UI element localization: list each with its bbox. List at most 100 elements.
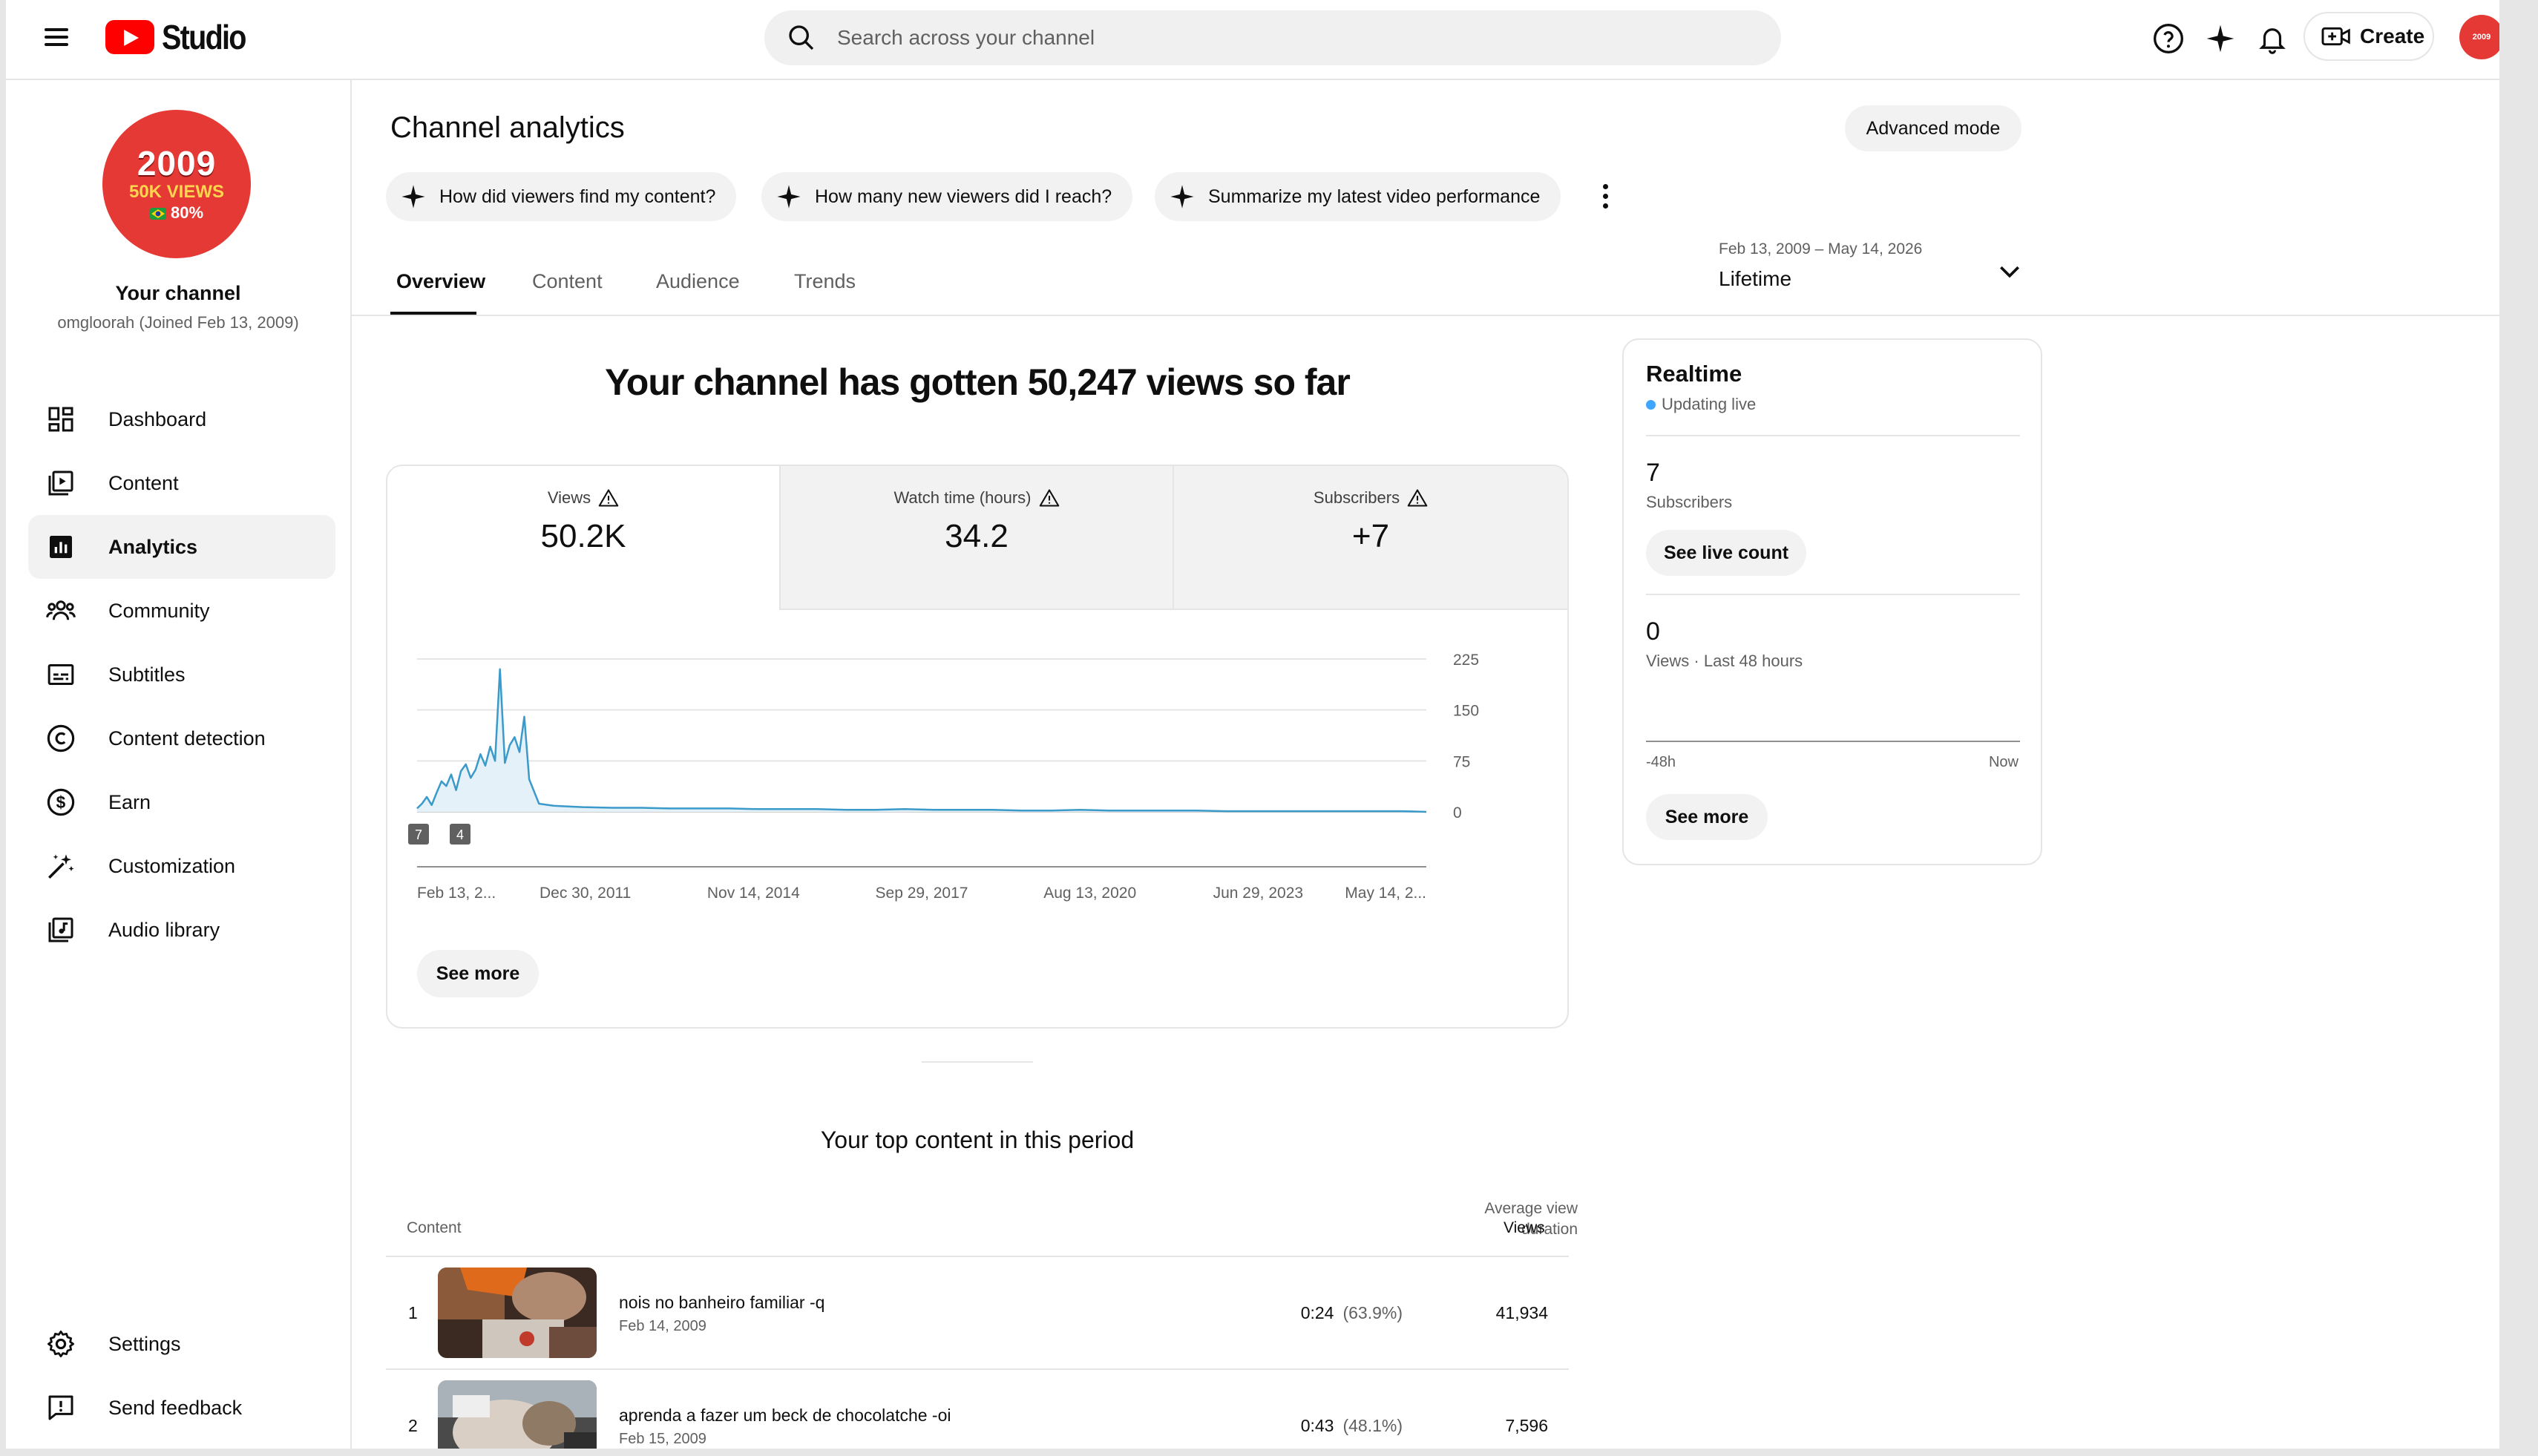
metric-subscribers[interactable]: Subscribers +7 [1174,466,1567,610]
ai-chip-find-content[interactable]: How did viewers find my content? [386,172,737,221]
metric-value: 34.2 [945,518,1009,554]
warning-icon [598,489,619,507]
video-thumbnail[interactable] [438,1268,597,1358]
chevron-down-icon[interactable] [1995,257,2024,286]
x-tick-label: Nov 14, 2014 [707,885,800,902]
feedback-icon [42,1388,80,1427]
video-views: 7,596 [1505,1416,1548,1435]
date-range-picker[interactable]: Feb 13, 2009 – May 14, 2026 Lifetime [1719,240,1922,291]
channel-name[interactable]: Your channel [6,282,350,305]
subtitles-icon [42,655,80,694]
sparkle-icon [401,185,425,209]
advanced-mode-button[interactable]: Advanced mode [1845,105,2021,151]
date-range-text: Feb 13, 2009 – May 14, 2026 [1719,240,1923,258]
metric-views[interactable]: Views 50.2K [387,466,781,610]
realtime-status-text: Updating live [1662,395,1757,413]
metric-label: Watch time (hours) [893,488,1032,507]
realtime-axis-end: Now [1988,754,2019,770]
tabs-divider [350,315,2499,316]
search-bar[interactable] [764,10,1781,65]
divider [1646,435,2020,436]
create-button[interactable]: Create [2303,12,2434,61]
channel-handle: omgloorah (Joined Feb 13, 2009) [57,313,299,332]
sparkle-icon[interactable] [2201,19,2240,58]
sidebar-item-send-feedback[interactable]: Send feedback [28,1376,335,1440]
tab-content[interactable]: Content [532,270,603,293]
col-header-avd-line1: Average view [1484,1200,1578,1217]
table-row[interactable]: 1 nois no banheiro familiar -q Feb 14, 2… [386,1257,1569,1368]
page-title: Channel analytics [390,111,625,144]
col-header-content: Content [407,1219,462,1236]
dollar-icon: $ [42,783,80,822]
help-icon[interactable] [2149,19,2188,58]
sidebar-item-label: Settings [108,1332,181,1355]
overview-chart-card: Views 50.2K Watch time (hours) 34.2 Subs… [386,465,1569,1029]
sidebar-item-settings[interactable]: Settings [28,1312,335,1376]
sidebar-item-label: Content [108,471,179,494]
event-marker-label: 4 [456,827,464,842]
y-tick-label: 0 [1453,804,1462,822]
sidebar-item-label: Community [108,599,210,622]
metric-value: 50.2K [540,518,626,554]
date-range-label: Lifetime [1719,267,1792,290]
metric-value: +7 [1351,518,1390,554]
realtime-see-more-button[interactable]: See more [1646,794,1768,840]
account-avatar[interactable]: 2009 [2459,15,2499,59]
video-date: Feb 14, 2009 [619,1318,706,1334]
channel-avatar[interactable]: 2009 50K VIEWS 80% [102,110,251,258]
event-marker-label: 7 [415,827,422,842]
sidebar-item-community[interactable]: Community [28,579,335,643]
ai-chip-summarize[interactable]: Summarize my latest video performance [1155,172,1561,221]
sidebar-item-subtitles[interactable]: Subtitles [28,643,335,706]
studio-logo[interactable]: Studio [105,15,259,59]
see-live-count-button[interactable]: See live count [1646,530,1806,576]
sidebar-item-earn[interactable]: $ Earn [28,770,335,834]
y-tick-label: 75 [1453,753,1470,770]
bell-icon[interactable] [2253,19,2292,58]
realtime-axis-start: -48h [1646,754,1676,770]
community-icon [42,591,80,630]
sidebar-item-content-detection[interactable]: Content detection [28,706,335,770]
search-input[interactable] [836,25,1729,50]
more-options-icon[interactable] [1594,181,1616,211]
chip-label: Summarize my latest video performance [1208,186,1541,207]
sidebar-item-customization[interactable]: Customization [28,834,335,898]
see-more-button[interactable]: See more [417,950,539,997]
ai-chip-new-viewers[interactable]: How many new viewers did I reach? [761,172,1133,221]
video-title[interactable]: nois no banheiro familiar -q [619,1293,824,1313]
section-divider [922,1061,1033,1063]
channel-avatar-line3: 80% [149,203,203,223]
channel-avatar-line1: 2009 [137,144,217,183]
table-row[interactable]: 2 aprenda a fazer um beck de chocolatche… [386,1370,1569,1449]
metric-watch-time[interactable]: Watch time (hours) 34.2 [781,466,1174,610]
create-label: Create [2360,24,2425,47]
gear-icon [42,1325,80,1363]
sidebar-item-analytics[interactable]: Analytics [28,515,335,579]
brazil-flag-icon [149,208,166,220]
menu-icon[interactable] [42,22,71,52]
sidebar: 2009 50K VIEWS 80% Your channel omgloora… [6,80,352,1449]
audio-library-icon [42,911,80,949]
tab-overview[interactable]: Overview [396,270,485,293]
divider [1646,594,2020,595]
live-dot-icon [1646,399,1656,410]
views-line [416,668,1427,813]
tab-trends[interactable]: Trends [794,270,856,293]
realtime-status: Updating live [1646,395,1756,414]
x-tick-label: Dec 30, 2011 [540,885,631,902]
video-thumbnail[interactable] [438,1380,597,1449]
sidebar-item-content[interactable]: Content [28,451,335,515]
avg-view-duration: 0:43 (48.1%) [1301,1416,1403,1436]
sidebar-item-audio-library[interactable]: Audio library [28,898,335,962]
channel-avatar-line2: 50K VIEWS [128,182,225,202]
video-title[interactable]: aprenda a fazer um beck de chocolatche -… [619,1406,951,1426]
logo-text: Studio [162,18,246,56]
metric-label: Subscribers [1313,488,1400,507]
tab-audience[interactable]: Audience [656,270,740,293]
avg-view-duration: 0:24 (63.9%) [1301,1303,1403,1323]
sidebar-item-dashboard[interactable]: Dashboard [28,387,335,451]
studio-window: Studio Create 2009 2009 50K VIEWS 80% [6,0,2499,1449]
avd-percent: (63.9%) [1342,1303,1403,1322]
copyright-icon [42,719,80,758]
col-header-views[interactable]: Views [1504,1219,1545,1237]
